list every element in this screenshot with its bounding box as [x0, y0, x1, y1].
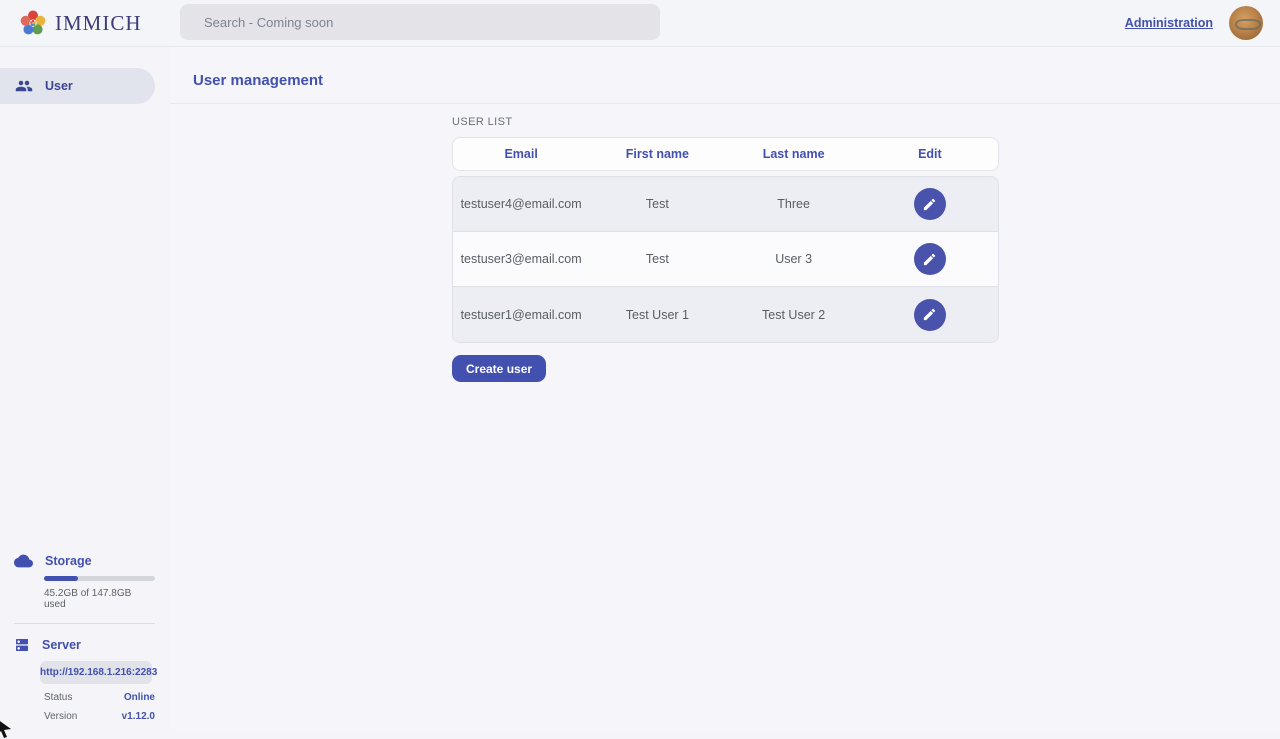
administration-link[interactable]: Administration: [1125, 16, 1213, 30]
server-status-row: Status Online: [44, 692, 155, 703]
page-title: User management: [170, 47, 1280, 89]
column-header-last-name: Last name: [726, 147, 862, 161]
column-header-email: Email: [453, 147, 589, 161]
cell-first-name: Test: [589, 252, 725, 266]
section-label: USER LIST: [452, 116, 1280, 128]
storage-progress-fill: [44, 576, 78, 581]
cloud-icon: [14, 554, 33, 568]
server-version-row: Version v1.12.0: [44, 711, 155, 722]
dns-icon: [14, 637, 30, 653]
version-value: v1.12.0: [122, 711, 155, 722]
pencil-icon: [922, 197, 937, 212]
create-user-button[interactable]: Create user: [452, 355, 546, 382]
users-table: testuser4@email.com Test Three testuser3…: [452, 176, 999, 343]
sidebar-item-users[interactable]: User: [0, 68, 155, 104]
cell-first-name: Test: [589, 197, 725, 211]
sidebar-item-label: User: [45, 79, 73, 93]
status-label: Status: [44, 692, 72, 703]
cell-last-name: User 3: [726, 252, 862, 266]
table-row: testuser4@email.com Test Three: [453, 177, 998, 232]
cell-first-name: Test User 1: [589, 308, 725, 322]
group-icon: [15, 77, 33, 95]
pencil-icon: [922, 307, 937, 322]
user-avatar[interactable]: [1229, 6, 1263, 40]
table-row: testuser1@email.com Test User 1 Test Use…: [453, 287, 998, 342]
storage-progress: [44, 576, 155, 581]
sidebar: User Storage 45.2GB of 147.8GB used Serv…: [0, 47, 170, 730]
sidebar-status-panel: Storage 45.2GB of 147.8GB used Server ht…: [0, 554, 170, 722]
pencil-icon: [922, 252, 937, 267]
mouse-cursor: [0, 717, 15, 739]
server-url-badge: http://192.168.1.216:2283: [40, 661, 152, 684]
cell-last-name: Test User 2: [726, 308, 862, 322]
cell-email: testuser1@email.com: [453, 308, 589, 322]
title-divider: [170, 103, 1280, 104]
logo-text: IMMICH: [55, 11, 142, 36]
storage-usage-text: 45.2GB of 147.8GB used: [44, 588, 155, 610]
edit-user-button[interactable]: [914, 243, 946, 275]
storage-title: Storage: [45, 554, 92, 568]
table-row: testuser3@email.com Test User 3: [453, 232, 998, 287]
app-logo[interactable]: IMMICH: [0, 9, 142, 37]
edit-user-button[interactable]: [914, 188, 946, 220]
cell-last-name: Three: [726, 197, 862, 211]
users-table-header: Email First name Last name Edit: [452, 137, 999, 171]
top-header: IMMICH Administration: [0, 0, 1280, 47]
server-title: Server: [42, 638, 81, 652]
cell-email: testuser4@email.com: [453, 197, 589, 211]
edit-user-button[interactable]: [914, 299, 946, 331]
sidebar-divider: [14, 623, 155, 624]
status-value: Online: [124, 692, 155, 703]
column-header-edit: Edit: [862, 147, 998, 161]
column-header-first-name: First name: [589, 147, 725, 161]
cell-email: testuser3@email.com: [453, 252, 589, 266]
immich-flower-icon: [19, 9, 47, 37]
main-content: User management USER LIST Email First na…: [170, 47, 1280, 730]
version-label: Version: [44, 711, 77, 722]
search-input[interactable]: [180, 4, 660, 40]
